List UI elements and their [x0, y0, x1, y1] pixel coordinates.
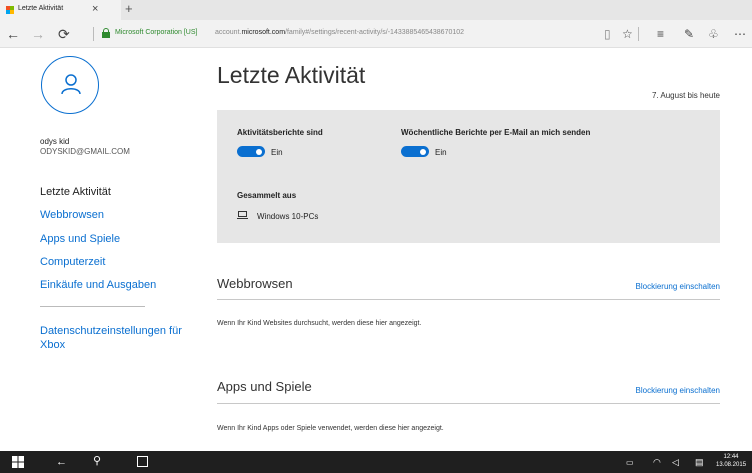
- clock-time: 12:44: [723, 454, 739, 460]
- back-icon[interactable]: ←: [56, 456, 67, 468]
- reading-view-icon[interactable]: ▯: [604, 27, 611, 41]
- lock-icon: [102, 28, 110, 38]
- section-title-apps-games: Apps und Spiele: [217, 379, 312, 394]
- divider: [217, 299, 720, 300]
- user-email: ODYSKID@GMAIL.COM: [40, 147, 130, 156]
- favorite-star-icon[interactable]: ☆: [622, 27, 633, 41]
- certificate-label[interactable]: Microsoft Corporation [US]: [115, 29, 197, 36]
- xbox-privacy-link[interactable]: Datenschutzeinstellungen für Xbox: [40, 324, 200, 352]
- user-name: odys kid: [40, 137, 70, 146]
- weekly-email-label: Wöchentliche Berichte per E-Mail an mich…: [401, 128, 591, 137]
- clock[interactable]: 12:44 13.08.2015: [716, 453, 746, 469]
- tab-title: Letzte Aktivität: [18, 5, 64, 12]
- sidebar-item-screen-time[interactable]: Computerzeit: [40, 256, 105, 268]
- close-tab-icon[interactable]: ×: [92, 3, 98, 15]
- url-field[interactable]: account.microsoft.com/family#/settings/r…: [215, 29, 464, 36]
- divider: [217, 403, 720, 404]
- laptop-icon: [237, 211, 248, 220]
- sidebar-item-web-browsing[interactable]: Webbrowsen: [40, 209, 104, 221]
- divider: [638, 27, 639, 41]
- battery-icon[interactable]: ▭: [626, 457, 634, 469]
- back-icon[interactable]: ←: [6, 26, 20, 42]
- page-title: Letzte Aktivität: [217, 62, 366, 88]
- date-range: 7. August bis heute: [651, 91, 720, 100]
- block-apps-games-link[interactable]: Blockierung einschalten: [636, 386, 721, 395]
- forward-icon[interactable]: →: [31, 26, 45, 42]
- windows-start-icon[interactable]: [12, 456, 24, 471]
- notification-icon[interactable]: ▤: [695, 456, 704, 468]
- new-tab-button[interactable]: +: [125, 2, 133, 16]
- block-web-browsing-link[interactable]: Blockierung einschalten: [636, 282, 721, 291]
- web-note-icon[interactable]: ✎: [684, 27, 694, 41]
- divider: [93, 27, 94, 41]
- sidebar-item-apps-games[interactable]: Apps und Spiele: [40, 233, 120, 245]
- section-desc-apps-games: Wenn Ihr Kind Apps oder Spiele verwendet…: [217, 425, 444, 432]
- taskbar: ← ⚲ ▭ ◠ ◁ ▤ 12:44 13.08.2015: [0, 451, 752, 473]
- section-title-web-browsing: Webbrowsen: [217, 276, 293, 291]
- divider: [40, 306, 145, 307]
- weekly-email-state: Ein: [435, 148, 447, 157]
- device-label: Windows 10-PCs: [257, 212, 319, 221]
- task-view-icon[interactable]: [137, 456, 148, 467]
- person-icon: [61, 74, 81, 95]
- more-icon[interactable]: ⋯: [734, 27, 746, 41]
- activity-reports-toggle[interactable]: [237, 146, 265, 157]
- activity-reports-label: Aktivitätsberichte sind: [237, 128, 323, 137]
- refresh-icon[interactable]: ⟳: [58, 26, 70, 42]
- section-desc-web-browsing: Wenn Ihr Kind Websites durchsucht, werde…: [217, 320, 422, 327]
- hub-icon[interactable]: ≡: [657, 27, 664, 41]
- clock-date: 13.08.2015: [716, 462, 747, 468]
- tab-strip: Letzte Aktivität × +: [0, 0, 752, 20]
- volume-icon[interactable]: ◁: [672, 456, 679, 468]
- sidebar-item-purchases[interactable]: Einkäufe und Ausgaben: [40, 279, 156, 291]
- collected-from-label: Gesammelt aus: [237, 191, 297, 200]
- sidebar-item-recent-activity[interactable]: Letzte Aktivität: [40, 186, 111, 198]
- wifi-icon[interactable]: ◠: [653, 456, 661, 468]
- browser-tab[interactable]: Letzte Aktivität ×: [0, 0, 121, 20]
- microsoft-logo-icon: [6, 6, 14, 14]
- share-icon[interactable]: ♧: [708, 27, 719, 41]
- avatar[interactable]: [41, 56, 99, 114]
- address-bar: ← → ⟳ Microsoft Corporation [US] account…: [0, 20, 752, 48]
- weekly-email-toggle[interactable]: [401, 146, 429, 157]
- activity-reports-state: Ein: [271, 148, 283, 157]
- search-icon[interactable]: ⚲: [93, 455, 101, 467]
